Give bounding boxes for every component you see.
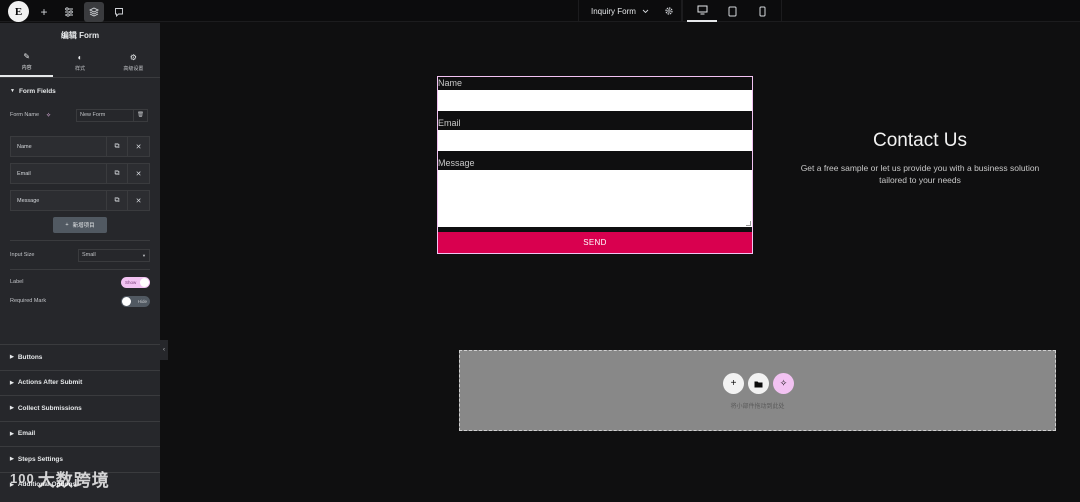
plus-icon: +	[65, 222, 69, 228]
tab-style[interactable]: ◐ 样式	[53, 47, 106, 77]
caret-right-icon: ▶	[10, 354, 14, 361]
repeater-item-message[interactable]: Message ⧉ ✕	[10, 190, 150, 211]
caret-down-icon: ▼	[142, 252, 146, 258]
accordion-collect-submissions[interactable]: ▶ Collect Submissions	[0, 395, 160, 421]
ai-sparkle-icon: ✧	[779, 378, 788, 388]
panel-title: 编辑 Form	[60, 30, 100, 40]
form-fields-section-header[interactable]: ▼ Form Fields	[0, 81, 160, 101]
repeater-item-email[interactable]: Email ⧉ ✕	[10, 163, 150, 184]
tab-advanced[interactable]: ⚙ 高级设置	[107, 47, 160, 77]
collapse-panel-button[interactable]: ‹	[160, 340, 168, 360]
contact-heading: Contact Us	[873, 130, 967, 151]
watermark: 100 大数跨境	[10, 466, 110, 491]
empty-section-dropzone[interactable]: + ✧ 将小部件拖动到此处	[459, 350, 1056, 431]
repeater-item-name[interactable]: Name ⧉ ✕	[10, 136, 150, 157]
fields-repeater: Name ⧉ ✕ Email ⧉ ✕ Message ⧉ ✕ + 新增项目	[0, 136, 160, 233]
site-settings-button[interactable]	[59, 2, 79, 22]
gear-icon	[665, 7, 673, 15]
form-name-input[interactable]: New Form	[76, 108, 134, 122]
accordion-email[interactable]: ▶ Email	[0, 420, 160, 447]
duplicate-icon[interactable]: ⧉	[107, 191, 128, 210]
tablet-icon	[728, 6, 736, 16]
panel-tabs: ✎ 内容 ◐ 样式 ⚙ 高级设置	[0, 47, 160, 78]
input-size-select[interactable]: Small ▼	[78, 248, 150, 262]
remove-icon[interactable]: ✕	[128, 191, 149, 210]
mobile-icon	[759, 6, 765, 16]
desktop-icon	[697, 5, 707, 15]
form-widget[interactable]: Name Email Message SEND	[437, 76, 753, 254]
gear-icon: ⚙	[129, 52, 137, 62]
email-input[interactable]	[438, 130, 752, 151]
comment-icon	[115, 7, 123, 17]
email-field-label: Email	[438, 118, 461, 128]
notes-button[interactable]	[109, 2, 129, 22]
topbar-left-tools: E +	[8, 1, 129, 22]
ai-sparkle-icon[interactable]: ✧	[46, 112, 76, 119]
caret-right-icon: ▶	[10, 379, 14, 386]
mobile-mode-button[interactable]	[747, 0, 777, 22]
template-library-button[interactable]	[748, 373, 769, 394]
message-field-label: Message	[438, 158, 475, 168]
contact-description: Get a free sample or let us provide you …	[800, 163, 1040, 185]
chevron-left-icon: ‹	[163, 347, 165, 353]
top-bar: E + Inquiry Form	[0, 0, 1080, 22]
form-name-row: Form Name ✧ New Form 🗑	[0, 104, 160, 126]
name-field-label: Name	[438, 78, 463, 88]
remove-icon[interactable]: ✕	[128, 164, 149, 183]
watermark-logo: 100	[10, 471, 35, 486]
accordion-actions-after-submit[interactable]: ▶ Actions After Submit	[0, 369, 160, 396]
chevron-down-icon	[642, 9, 649, 13]
add-section-button[interactable]: +	[723, 373, 744, 394]
required-mark-row: Required Mark Hide	[0, 294, 160, 308]
structure-button[interactable]	[84, 1, 104, 22]
watermark-text: 大数跨境	[37, 471, 110, 490]
sliders-icon	[65, 6, 73, 17]
plus-icon: +	[40, 4, 48, 19]
dropzone-actions: + ✧	[723, 373, 794, 394]
caret-down-icon: ▼	[10, 88, 15, 94]
dropzone-hint: 将小部件拖动到此处	[730, 404, 785, 410]
required-mark-switch[interactable]: Hide	[121, 295, 150, 307]
name-input[interactable]	[438, 90, 752, 111]
document-title-area: Inquiry Form	[578, 0, 682, 22]
document-title-dropdown[interactable]: Inquiry Form	[579, 7, 657, 16]
input-size-row: Input Size Small ▼	[0, 241, 160, 269]
plus-icon: +	[730, 378, 737, 389]
tab-content[interactable]: ✎ 内容	[0, 47, 54, 77]
elementor-logo-icon[interactable]: E	[8, 1, 29, 22]
message-textarea[interactable]	[438, 170, 752, 227]
label-toggle-row: Label Show	[0, 270, 160, 294]
duplicate-icon[interactable]: ⧉	[107, 137, 128, 156]
trash-icon[interactable]: 🗑	[134, 108, 148, 122]
tablet-mode-button[interactable]	[717, 0, 747, 22]
contrast-icon: ◐	[77, 52, 83, 62]
ai-generate-button[interactable]: ✧	[773, 373, 794, 394]
accordion-buttons[interactable]: ▶ Buttons	[0, 344, 160, 370]
caret-right-icon: ▶	[10, 430, 14, 437]
contact-text-block: Contact Us Get a free sample or let us p…	[800, 130, 1040, 186]
caret-right-icon: ▶	[10, 405, 14, 412]
duplicate-icon[interactable]: ⧉	[107, 164, 128, 183]
responsive-mode-switcher	[682, 0, 782, 22]
desktop-mode-button[interactable]	[687, 0, 717, 22]
remove-icon[interactable]: ✕	[128, 137, 149, 156]
layers-icon	[89, 6, 99, 17]
add-element-button[interactable]: +	[34, 2, 54, 22]
pencil-icon: ✎	[23, 51, 31, 61]
page-settings-button[interactable]	[657, 0, 681, 22]
send-button[interactable]: SEND	[438, 232, 752, 253]
editor-panel: 编辑 Form ✎ 内容 ◐ 样式 ⚙ 高级设置 ▼ Form Fields F…	[0, 23, 160, 502]
add-item-button[interactable]: + 新增项目	[53, 217, 107, 233]
caret-right-icon: ▶	[10, 456, 14, 463]
label-switch[interactable]: Show	[121, 276, 150, 288]
folder-icon	[754, 381, 763, 387]
